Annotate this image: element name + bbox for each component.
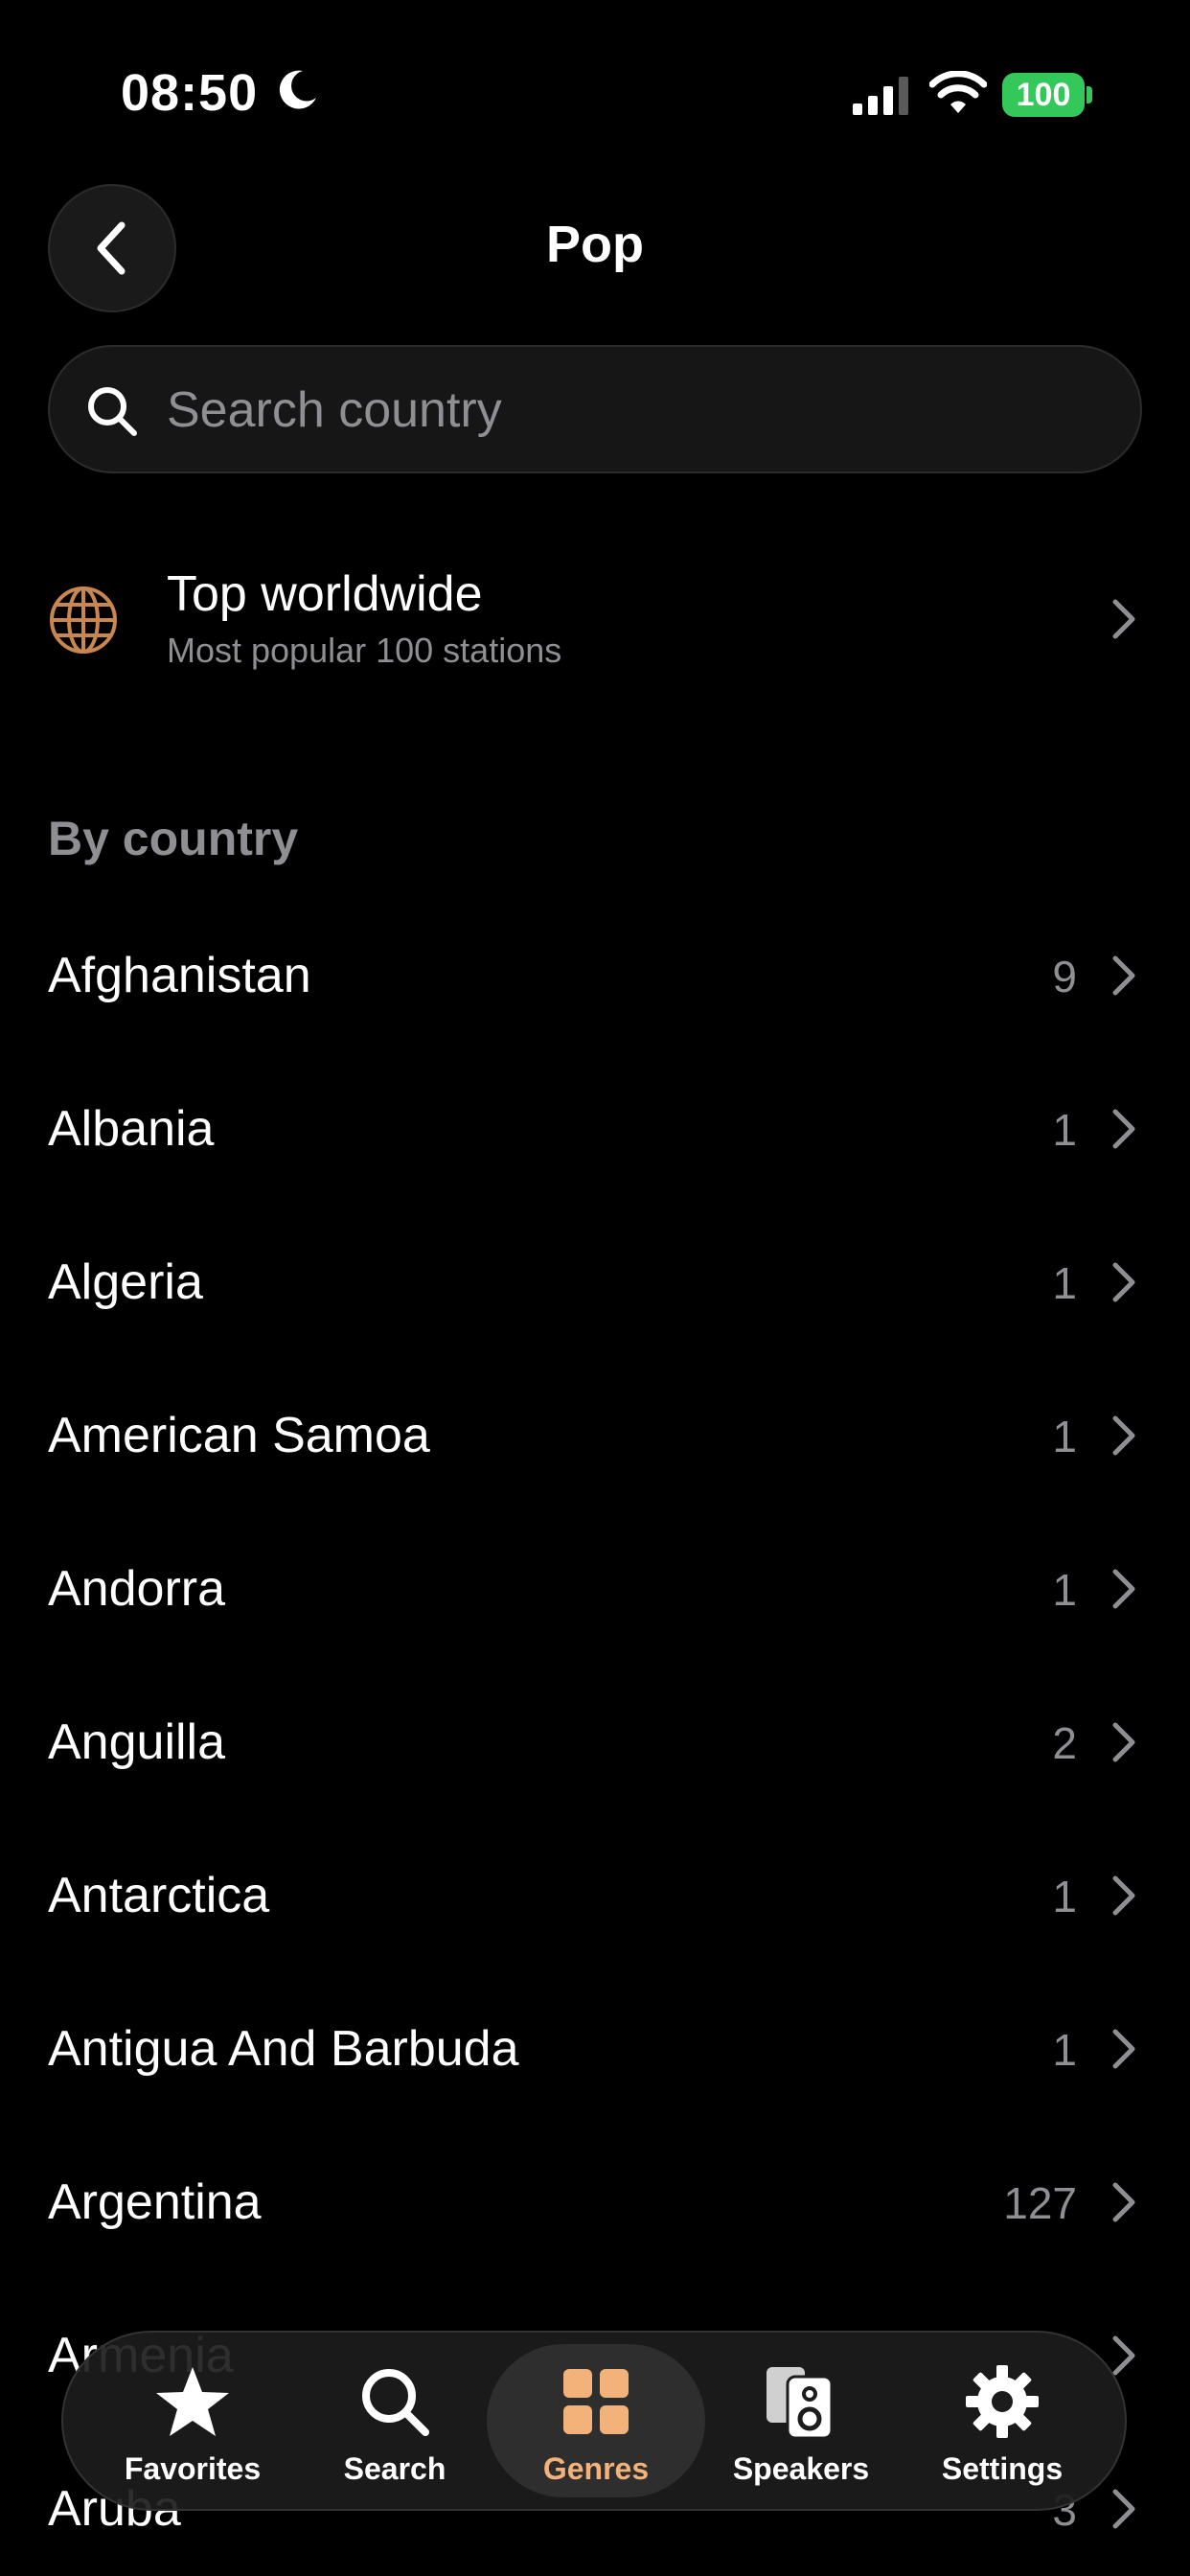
country-row[interactable]: Antarctica 1 [0, 1819, 1190, 1972]
chevron-right-icon [1112, 2029, 1135, 2069]
country-name: Antigua And Barbuda [48, 2021, 519, 2077]
country-name: Afghanistan [48, 948, 311, 1003]
tab-label: Genres [542, 2451, 650, 2486]
tab-label: Settings [941, 2451, 1064, 2486]
country-row[interactable]: Albania 1 [0, 1052, 1190, 1206]
country-row[interactable]: Afghanistan 9 [0, 899, 1190, 1052]
battery-indicator: 100 [1002, 73, 1085, 117]
section-header-by-country: By country [48, 812, 299, 865]
cellular-signal-icon [853, 77, 908, 115]
station-count: 2 [1052, 1718, 1077, 1768]
country-row[interactable]: Andorra 1 [0, 1512, 1190, 1666]
station-count: 1 [1052, 1258, 1077, 1308]
chevron-right-icon [1112, 1722, 1135, 1762]
country-name: Albania [48, 1101, 215, 1157]
country-row[interactable]: Anguilla 2 [0, 1666, 1190, 1819]
country-list: Afghanistan 9 Albania 1 Algeria 1 Americ… [0, 899, 1190, 2576]
top-worldwide-title: Top worldwide [167, 566, 483, 622]
station-count: 1 [1052, 1105, 1077, 1155]
search-icon [88, 387, 137, 436]
speaker-icon [767, 2367, 834, 2440]
star-icon [156, 2367, 229, 2436]
country-row[interactable]: Antigua And Barbuda 1 [0, 1972, 1190, 2126]
country-name: Andorra [48, 1561, 225, 1617]
country-name: Anguilla [48, 1714, 226, 1770]
station-count: 1 [1052, 1872, 1077, 1921]
search-icon [362, 2369, 429, 2436]
chevron-right-icon [1112, 2335, 1135, 2376]
country-name: Antarctica [48, 1868, 270, 1923]
tab-settings[interactable]: Settings [906, 2333, 1098, 2509]
tab-genres[interactable]: Genres [500, 2333, 692, 2509]
tab-label: Search [343, 2451, 446, 2486]
country-row[interactable]: Algeria 1 [0, 1206, 1190, 1359]
search-bar[interactable] [48, 345, 1142, 473]
chevron-right-icon [1112, 2489, 1135, 2529]
tab-label: Favorites [124, 2451, 262, 2486]
grid-icon [563, 2369, 629, 2434]
chevron-right-icon [1112, 1569, 1135, 1609]
chevron-right-icon [1112, 1415, 1135, 1456]
status-time: 08:50 [121, 64, 259, 122]
tab-bar: Favorites Search Genres Speakers Setting… [61, 2331, 1127, 2511]
tab-search[interactable]: Search [309, 2333, 481, 2509]
screen: 08:50 100 Pop Search country Top worldwi… [0, 0, 1190, 2576]
gear-icon [966, 2365, 1039, 2438]
station-count: 9 [1052, 952, 1077, 1001]
country-row[interactable]: Argentina 127 [0, 2126, 1190, 2279]
globe-icon [50, 586, 117, 654]
country-name: Algeria [48, 1254, 203, 1310]
battery-tip [1087, 86, 1092, 104]
chevron-right-icon [1112, 599, 1135, 639]
country-name: American Samoa [48, 1408, 430, 1463]
search-input[interactable] [165, 347, 1108, 473]
country-row[interactable]: American Samoa 1 [0, 1359, 1190, 1512]
tab-speakers[interactable]: Speakers [705, 2333, 897, 2509]
chevron-right-icon [1112, 1109, 1135, 1149]
chevron-right-icon [1112, 955, 1135, 996]
chevron-right-icon [1112, 1875, 1135, 1916]
station-count: 127 [1003, 2178, 1077, 2228]
page-title: Pop [546, 216, 644, 273]
station-count: 1 [1052, 1565, 1077, 1615]
top-worldwide-subtitle: Most popular 100 stations [167, 631, 562, 670]
top-worldwide-row[interactable]: Top worldwide Most popular 100 stations [0, 546, 1190, 690]
wifi-icon [929, 71, 987, 113]
status-bar: 08:50 100 [0, 0, 1190, 192]
station-count: 1 [1052, 2025, 1077, 2075]
chevron-right-icon [1112, 1262, 1135, 1302]
chevron-right-icon [1112, 2182, 1135, 2222]
station-count: 1 [1052, 1412, 1077, 1461]
country-name: Argentina [48, 2174, 262, 2230]
tab-favorites[interactable]: Favorites [102, 2333, 284, 2509]
moon-icon [279, 70, 316, 109]
tab-label: Speakers [732, 2451, 870, 2486]
